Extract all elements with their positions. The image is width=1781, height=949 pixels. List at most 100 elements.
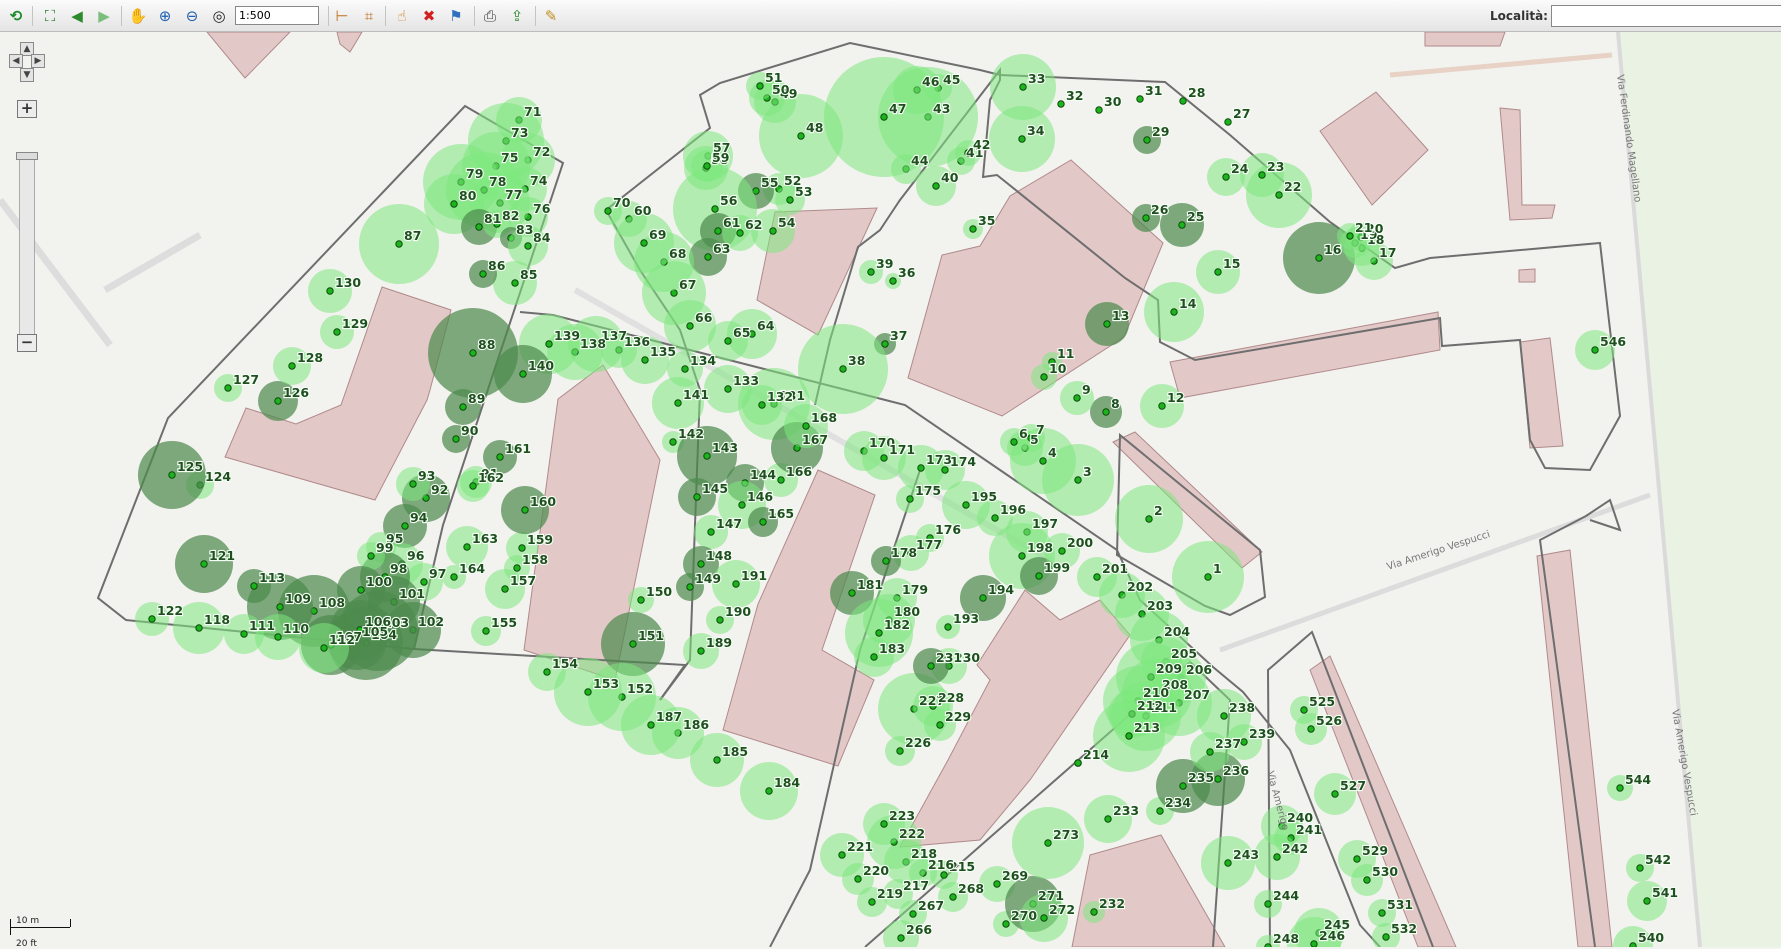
tree-point[interactable] <box>1214 775 1222 783</box>
tree-point[interactable] <box>475 223 483 231</box>
tree-point[interactable] <box>802 422 810 430</box>
tree-27[interactable] <box>1224 118 1232 126</box>
tree-point[interactable] <box>838 851 846 859</box>
tree-30[interactable] <box>1095 106 1103 114</box>
tree-point[interactable] <box>1103 320 1111 328</box>
tree-184[interactable] <box>740 762 798 820</box>
tree-point[interactable] <box>732 580 740 588</box>
tree-point[interactable] <box>716 616 724 624</box>
tree-point[interactable] <box>543 668 551 676</box>
tree-point[interactable] <box>1178 221 1186 229</box>
tree-point[interactable] <box>1378 909 1386 917</box>
tree-point[interactable] <box>707 528 715 536</box>
print-icon[interactable]: ⎙ <box>479 5 501 27</box>
tree-point[interactable] <box>1264 900 1272 908</box>
tree-point[interactable] <box>288 362 296 370</box>
tree-point[interactable] <box>1095 106 1103 114</box>
tree-28[interactable] <box>1179 97 1187 105</box>
zoom-extent-icon[interactable]: ⛶ <box>39 5 61 27</box>
tree-point[interactable] <box>917 464 925 472</box>
tree-34[interactable] <box>989 106 1055 172</box>
tree-point[interactable] <box>1206 748 1214 756</box>
tree-point[interactable] <box>1240 738 1248 746</box>
tree-point[interactable] <box>1074 759 1082 767</box>
tree-point[interactable] <box>703 452 711 460</box>
tree-point[interactable] <box>880 113 888 121</box>
tree-point[interactable] <box>637 596 645 604</box>
zoom-in-button[interactable]: + <box>17 100 37 118</box>
tree-point[interactable] <box>1136 95 1144 103</box>
tree-point[interactable] <box>1179 782 1187 790</box>
tree-point[interactable] <box>1010 438 1018 446</box>
tree-point[interactable] <box>1104 815 1112 823</box>
locate-icon[interactable]: ◎ <box>208 5 230 27</box>
tree-243[interactable] <box>1201 836 1255 890</box>
tree-point[interactable] <box>1224 859 1232 867</box>
tree-point[interactable] <box>1636 864 1644 872</box>
tree-point[interactable] <box>711 205 719 213</box>
tree-point[interactable] <box>274 397 282 405</box>
tree-point[interactable] <box>875 629 883 637</box>
tree-point[interactable] <box>1074 476 1082 484</box>
measure-length-icon[interactable]: ⊢ <box>331 5 353 27</box>
tree-point[interactable] <box>896 747 904 755</box>
tree-point[interactable] <box>320 644 328 652</box>
tree-point[interactable] <box>969 225 977 233</box>
tree-point[interactable] <box>1170 308 1178 316</box>
map-canvas[interactable]: 123456 78910111213141516 17181920212223242… <box>0 32 1781 947</box>
tree-point[interactable] <box>647 721 655 729</box>
tree-point[interactable] <box>674 399 682 407</box>
tree-14[interactable] <box>1144 282 1204 342</box>
tree-point[interactable] <box>1156 807 1164 815</box>
tree-point[interactable] <box>1125 732 1133 740</box>
tree-point[interactable] <box>395 240 403 248</box>
tree-point[interactable] <box>765 787 773 795</box>
tree-point[interactable] <box>409 480 417 488</box>
tree-1[interactable] <box>1172 541 1244 613</box>
tree-point[interactable] <box>769 227 777 235</box>
tree-point[interactable] <box>797 132 805 140</box>
export-icon[interactable]: ⇪ <box>506 5 528 27</box>
pan-left-button[interactable]: ◀ <box>9 54 23 68</box>
tree-point[interactable] <box>1310 940 1318 947</box>
tree-point[interactable] <box>148 615 156 623</box>
tree-point[interactable] <box>168 471 176 479</box>
tree-point[interactable] <box>469 482 477 490</box>
tree-point[interactable] <box>482 627 490 635</box>
tree-point[interactable] <box>839 365 847 373</box>
zoom-in-icon[interactable]: ⊕ <box>154 5 176 27</box>
zoom-out-icon[interactable]: ⊖ <box>181 5 203 27</box>
tree-point[interactable] <box>777 476 785 484</box>
tree-point[interactable] <box>949 893 957 901</box>
forward-icon[interactable]: ▶ <box>93 5 115 27</box>
tree-point[interactable] <box>868 898 876 906</box>
tree-point[interactable] <box>1018 552 1026 560</box>
tree-point[interactable] <box>1044 839 1052 847</box>
tree-point[interactable] <box>736 229 744 237</box>
tree-point[interactable] <box>1145 515 1153 523</box>
tree-point[interactable] <box>686 583 694 591</box>
tree-point[interactable] <box>545 340 553 348</box>
tree-point[interactable] <box>401 522 409 530</box>
tree-point[interactable] <box>1629 942 1637 947</box>
tree-point[interactable] <box>738 501 746 509</box>
tree-point[interactable] <box>979 594 987 602</box>
tree-point[interactable] <box>759 518 767 526</box>
tree-point[interactable] <box>889 277 897 285</box>
tree-point[interactable] <box>786 196 794 204</box>
tree-point[interactable] <box>927 662 935 670</box>
tree-141[interactable] <box>652 377 704 429</box>
tree-point[interactable] <box>640 239 648 247</box>
tree-point[interactable] <box>1616 784 1624 792</box>
tree-point[interactable] <box>1002 920 1010 928</box>
tree-point[interactable] <box>333 328 341 336</box>
tree-point[interactable] <box>669 438 677 446</box>
pan-icon[interactable]: ✋ <box>127 5 149 27</box>
tree-point[interactable] <box>944 623 952 631</box>
tree-point[interactable] <box>524 242 532 250</box>
tree-point[interactable] <box>703 162 711 170</box>
tree-point[interactable] <box>1057 100 1065 108</box>
tree-31[interactable] <box>1136 95 1144 103</box>
tree-point[interactable] <box>993 880 1001 888</box>
tree-2[interactable] <box>1115 485 1183 553</box>
